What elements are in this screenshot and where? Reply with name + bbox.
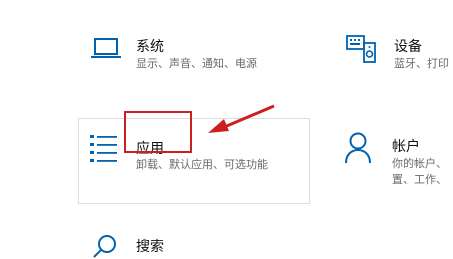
tile-system-title: 系统 [136,39,164,55]
person-icon [344,132,372,164]
tile-devices-desc: 蓝牙、打印 [394,57,449,70]
keyboard-speaker-icon [345,33,377,65]
tile-devices[interactable]: 设备 蓝牙、打印 [340,28,453,88]
tile-devices-title: 设备 [394,39,422,55]
tile-accounts-desc-line2: 置、工作、 [392,173,447,186]
tile-accounts-desc-line1: 你的帐户、 [392,157,447,170]
tile-system[interactable]: 系统 显示、声音、通知、电源 [78,28,310,88]
tile-system-desc: 显示、声音、通知、电源 [136,57,257,70]
annotation-arrow-icon [200,100,280,144]
annotation-highlight-box [124,111,192,153]
tile-accounts[interactable]: 帐户 你的帐户、 置、工作、 [330,120,453,210]
settings-home: 系统 显示、声音、通知、电源 设备 蓝牙、打印 应用 卸载、默认应用、可选功能 … [0,0,453,259]
apps-list-icon [89,133,119,163]
tile-search[interactable]: 搜索 [78,228,310,259]
tile-search-title: 搜索 [136,239,164,255]
search-icon [92,233,118,259]
tile-accounts-title: 帐户 [392,139,420,155]
tile-apps-desc: 卸载、默认应用、可选功能 [136,158,268,171]
laptop-icon [90,36,122,62]
